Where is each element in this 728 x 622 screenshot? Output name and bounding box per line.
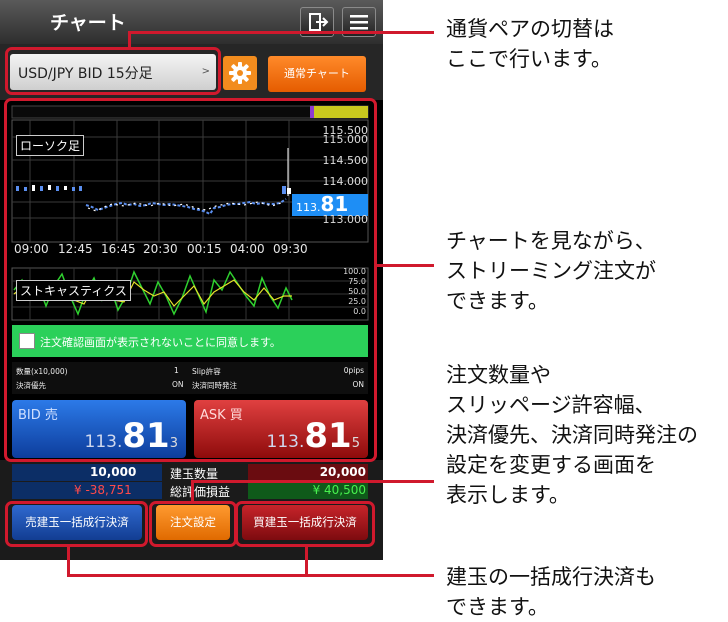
annotation-line: ストリーミング注文が [446,259,656,283]
x-tick: 09:30 [273,242,308,256]
bid-price: 113.813 [85,416,178,456]
stoch-tick: 0.0 [353,307,366,316]
time-axis: 09:00 12:45 16:45 20:30 00:15 04:00 09:3… [0,242,383,260]
x-tick: 04:00 [230,242,265,256]
close-all-annotation: 建玉の一括成行決済も できます。 [446,562,656,622]
ask-label: ASK 買 [200,408,243,423]
candlestick-label: ローソク足 [16,135,85,156]
chart-callout-line [377,264,434,267]
annotation-line: できます。 [446,289,549,313]
buy-position-pl: ¥ 40,500 [312,483,366,497]
x-tick: 16:45 [101,242,136,256]
annotation-line: ここで行います。 [446,47,612,71]
ask-price: 113.815 [267,416,360,456]
chevron-right-icon: > [201,66,210,77]
slip-label: Slip許容 [192,367,221,376]
settings-callout-line [191,480,194,502]
sell-position-qty: 10,000 [90,465,137,479]
slip-value: 0pips [343,366,364,375]
annotation-line: 注文数量や [446,363,551,387]
ask-price-sub: 5 [351,436,360,451]
currency-pair-label: USD/JPY BID 15分足 [18,66,153,82]
annotation-line: 表示します。 [446,483,570,507]
y-tick: 115.000 [322,133,369,146]
current-price-big: 81 [320,192,349,216]
qty-label: 数量(x10,000) [16,367,68,376]
position-pl-label: 総評価損益 [170,485,231,499]
current-price-label: 113.81 [296,192,348,216]
buy-position-qty: 20,000 [319,465,366,479]
settings-annotation: 注文数量や スリッページ許容幅、 決済優先、決済同時発注の 設定を変更する画面を… [446,360,698,510]
x-tick: 00:15 [187,242,222,256]
close-callout-line [305,547,308,576]
annotation-line: 建玉の一括成行決済も [446,565,656,589]
buy-close-all-button[interactable]: 買建玉一括成行決済 [242,505,368,540]
priority-label: 決済優先 [16,381,46,390]
order-settings-summary: 数量(x10,000) 1 Slip許容 0pips 決済優先 ON 決済同時発… [12,362,368,394]
position-pl-row: ¥ -38,751 総評価損益 ¥ 40,500 [12,482,368,499]
simul-label: 決済同時発注 [192,381,237,390]
qty-value: 1 [174,366,179,375]
y-tick: 114.000 [322,175,369,188]
stoch-tick: 25.0 [348,297,366,306]
current-price-prefix: 113. [296,201,321,214]
sell-close-all-button[interactable]: 売建玉一括成行決済 [12,505,142,540]
stoch-tick: 50.0 [348,287,366,296]
annotation-line: スリッページ許容幅、 [446,393,656,417]
close-callout-line [67,574,434,577]
bid-sell-button[interactable]: BID 売 113.813 [12,400,186,458]
bid-price-big: 81 [122,416,170,456]
order-settings-button[interactable]: 注文設定 [156,505,230,540]
pair-switch-annotation: 通貨ペアの切替は ここで行います。 [446,14,614,74]
chart-toolbar: USD/JPY BID 15分足 > 通常チャート [0,44,383,100]
gear-icon [229,62,251,84]
screen-title: チャート [50,12,126,34]
position-qty-row: 10,000 建玉数量 20,000 [12,464,368,481]
y-tick: 114.500 [322,154,369,167]
trading-app-screen: チャート USD/JPY BID 15分足 > 通常チャート ローソク足 115… [0,0,383,560]
bid-price-prefix: 113. [84,432,123,452]
simul-value: ON [352,380,364,389]
title-bar: チャート [0,0,383,44]
consent-checkbox[interactable] [19,333,35,349]
close-callout-line [67,547,70,576]
x-tick: 12:45 [58,242,93,256]
consent-text: 注文確認画面が表示されないことに同意します。 [40,336,281,349]
x-tick: 20:30 [143,242,178,256]
chart-settings-button[interactable] [223,56,257,90]
stochastic-label: ストキャスティクス [16,280,131,301]
annotation-line: 通貨ペアの切替は [446,17,614,41]
ask-buy-button[interactable]: ASK 買 113.815 [194,400,368,458]
ask-price-prefix: 113. [266,432,305,452]
annotation-line: チャートを見ながら、 [446,229,656,253]
streaming-annotation: チャートを見ながら、 ストリーミング注文が できます。 [446,226,656,316]
priority-value: ON [172,380,184,389]
pair-callout-line [128,31,434,34]
bid-price-sub: 3 [169,436,178,451]
annotation-line: 設定を変更する画面を [446,453,656,477]
ask-price-big: 81 [304,416,352,456]
currency-pair-selector[interactable]: USD/JPY BID 15分足 > [10,54,216,90]
bid-label: BID 売 [18,408,58,423]
sell-position-pl: ¥ -38,751 [74,483,132,497]
stoch-tick: 75.0 [348,277,366,286]
stoch-tick: 100.0 [343,267,366,276]
x-tick: 09:00 [14,242,49,256]
annotation-line: 決済優先、決済同時発注の [446,423,698,447]
normal-chart-button[interactable]: 通常チャート [268,56,366,92]
settings-callout-line [191,480,434,483]
order-confirm-consent[interactable]: 注文確認画面が表示されないことに同意します。 [12,325,368,357]
